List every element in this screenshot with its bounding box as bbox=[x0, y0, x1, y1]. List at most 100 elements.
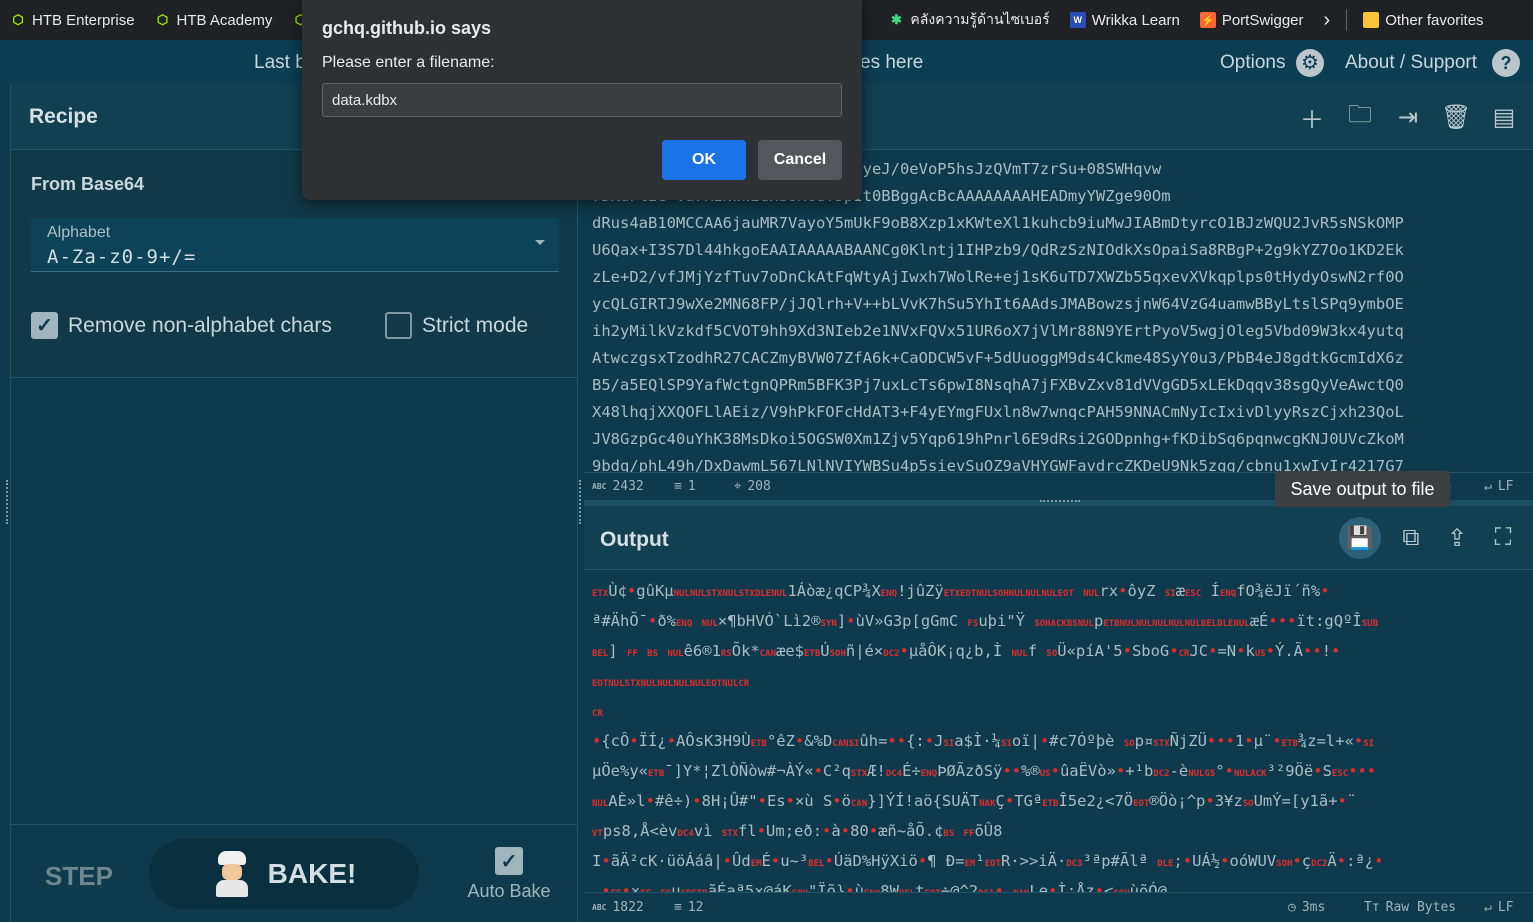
output-line: •{cÔ•ÏÍ¿•AÔsK3H9ÙETB°êZ•&%DCANSIûh=••{:•… bbox=[592, 732, 1375, 750]
output-time: 3ms bbox=[1301, 900, 1326, 915]
filename-input[interactable] bbox=[322, 83, 842, 117]
bookmark-wrikka-learn[interactable]: W Wrikka Learn bbox=[1060, 0, 1190, 40]
open-file-icon[interactable]: ⇥ bbox=[1393, 103, 1423, 132]
recipe-panel: Recipe From Base64 Alphabet A-Za-z0-9+/=… bbox=[10, 84, 578, 922]
dialog-title: gchq.github.io says bbox=[322, 18, 492, 38]
dialog-message: Please enter a filename: bbox=[322, 54, 495, 71]
maximize-icon[interactable]: ⛶ bbox=[1487, 524, 1519, 552]
open-folder-icon[interactable]: 🗀 bbox=[1345, 97, 1375, 138]
step-button[interactable]: STEP bbox=[45, 861, 113, 892]
htb-cube-icon: ⬡ bbox=[156, 12, 169, 27]
input-line: JV8GzpGc40uYhK38MsDkoi5OGSW0Xm1Zjv5Yqp61… bbox=[592, 430, 1404, 448]
nav-last-build-text: Last b bbox=[254, 52, 306, 73]
bookmark-label: Other favorites bbox=[1385, 11, 1484, 29]
input-position: 208 bbox=[747, 479, 771, 494]
about-support-link[interactable]: About / Support bbox=[1345, 52, 1477, 74]
alphabet-value: A-Za-z0-9+/= bbox=[47, 246, 197, 268]
gear-icon[interactable]: ⚙ bbox=[1296, 49, 1324, 77]
output-line: EOTNULSTXNULNULNULNULEOTNULCR bbox=[592, 679, 750, 689]
checkbox-checked-icon[interactable]: ✓ bbox=[495, 847, 523, 875]
clock-icon: ◷ bbox=[1288, 900, 1296, 915]
return-icon: ↵ bbox=[1484, 479, 1492, 494]
output-header: Output 💾 ⧉ ⇪ ⛶ bbox=[584, 506, 1533, 570]
output-eol[interactable]: LF bbox=[1498, 900, 1514, 915]
input-line: dRus4aB10MCCAA6jauMR7VayoY5mUkF9oB8Xzp1x… bbox=[592, 214, 1404, 232]
output-line: ETXÙ¢•gûKµNULNULSTXNULSTXDLENUL1Áòæ¿qCP¾… bbox=[592, 582, 1330, 600]
bookmark-label: HTB Enterprise bbox=[32, 11, 135, 29]
bookmark-label: PortSwigger bbox=[1221, 11, 1304, 29]
input-line: ycQLGIRTJ9wXe2MN68FP/jJQlrh+V++bLVvK7hSu… bbox=[592, 295, 1404, 313]
input-line: U6Qax+I3S7Dl44hkgoEAAIAAAAABAANCg0Klntj1… bbox=[592, 241, 1404, 259]
input-line: zLe+D2/vfJMjYzfTuv7oDnCkAtFqWtyAjIwxh7Wo… bbox=[592, 268, 1404, 286]
encoding-icon: Tт bbox=[1364, 900, 1380, 915]
input-eol[interactable]: LF bbox=[1498, 479, 1514, 494]
portswigger-icon: ⚡ bbox=[1199, 12, 1216, 28]
input-line: 9bdq/phL49h/DxDawmL567LNlNVIYWBSu4p5siev… bbox=[592, 457, 1404, 472]
ok-button[interactable]: OK bbox=[662, 140, 746, 180]
bookmark-other-favorites[interactable]: Other favorites bbox=[1353, 0, 1493, 40]
remove-non-alphabet-checkbox[interactable]: ✓ Remove non-alphabet chars bbox=[31, 312, 332, 339]
nav-message-text: es here bbox=[860, 52, 924, 73]
layout-icon[interactable]: ▤ bbox=[1489, 103, 1519, 132]
output-line: NULAÈ»l•#ê÷)•8H¡Û#"•Es•×ù S•öCAN}]ÝÍ!aö{… bbox=[592, 792, 1357, 810]
bookmark-label: Wrikka Learn bbox=[1091, 11, 1180, 29]
output-status-bar: ABC 1822 ≡ 12 ◷ 3ms Tт Raw Bytes ↵ LF bbox=[584, 892, 1533, 922]
return-icon: ↵ bbox=[1484, 900, 1492, 915]
bookmarks-separator bbox=[1346, 9, 1348, 31]
output-line: ª#ÄhÕ¯•ð%ENQ NUL×¶bHVÓ`Lì2®SYN]•ùV»G3p[g… bbox=[592, 612, 1378, 630]
cancel-button[interactable]: Cancel bbox=[758, 140, 842, 180]
checkbox-label: Strict mode bbox=[422, 313, 529, 337]
lines-icon: ≡ bbox=[674, 900, 682, 915]
recipe-resize-handle[interactable] bbox=[579, 480, 583, 524]
output-textarea[interactable]: ETXÙ¢•gûKµNULNULSTXNULSTXDLENUL1Áòæ¿qCP¾… bbox=[592, 578, 1522, 894]
alphabet-select[interactable]: Alphabet A-Za-z0-9+/= bbox=[31, 218, 559, 272]
folder-icon bbox=[1363, 12, 1380, 28]
bookmark-htb-academy[interactable]: ⬡ HTB Academy bbox=[145, 0, 283, 40]
bookmark-htb-enterprise[interactable]: ⬡ HTB Enterprise bbox=[0, 0, 145, 40]
output-encoding[interactable]: Raw Bytes bbox=[1386, 900, 1456, 915]
trash-icon[interactable]: 🗑 bbox=[1441, 103, 1471, 132]
checkbox-checked-icon[interactable]: ✓ bbox=[31, 312, 58, 339]
bake-controls: STEP BAKE! ✓ Auto Bake bbox=[11, 824, 577, 922]
bake-label: BAKE! bbox=[267, 858, 357, 889]
input-length: 2432 bbox=[612, 479, 644, 494]
chevron-right-icon: › bbox=[1323, 8, 1331, 31]
bake-button[interactable]: BAKE! bbox=[149, 839, 419, 909]
io-resize-grip[interactable] bbox=[1040, 500, 1080, 504]
htb-cube-icon: ⬡ bbox=[12, 12, 24, 27]
auto-bake-toggle[interactable]: ✓ Auto Bake bbox=[459, 847, 559, 902]
bookmark-label: คลังความรู้ด้านไซเบอร์ bbox=[910, 11, 1050, 27]
input-textarea[interactable]: 9xQ1C+WAUhavxa/wMEAAEAAAAEIAByeJ/0eVoP5h… bbox=[592, 156, 1522, 472]
filename-prompt-dialog: gchq.github.io says Please enter a filen… bbox=[302, 0, 862, 200]
input-line: B5/a5EQlSP9YafWctgnQPRm5BFK3Pj7uxLcTs6pw… bbox=[592, 376, 1404, 394]
alphabet-label: Alphabet bbox=[47, 224, 111, 241]
output-line: I•ãÄ²cK·üöÁáâ|•ÛdEMÉ•u~³BEL•ÚäD%HÿXiö•¶ … bbox=[592, 852, 1384, 870]
input-line: ih2yMilkVzkdf5CVOT9hh9Xd3NIeb2e1NVxFQVx5… bbox=[592, 322, 1404, 340]
output-line: BEL] FF BS NULê6®1RSÕk*CANæe$ETBÚSOHñ|é×… bbox=[592, 642, 1341, 660]
input-line: AtwczgsxTzodhR27CACZmyBVW07ZfA6k+CaODCW5… bbox=[592, 349, 1404, 367]
chevron-down-icon bbox=[535, 240, 545, 245]
add-tab-icon[interactable]: ＋ bbox=[1297, 100, 1327, 135]
length-icon: ABC bbox=[592, 903, 607, 912]
lines-icon: ≡ bbox=[674, 479, 682, 494]
bookmark-label: HTB Academy bbox=[176, 11, 273, 29]
checkbox-unchecked-icon[interactable] bbox=[385, 312, 412, 339]
save-icon[interactable]: 💾 bbox=[1339, 517, 1381, 559]
strict-mode-checkbox[interactable]: Strict mode bbox=[385, 312, 528, 339]
chef-icon bbox=[212, 851, 252, 897]
options-link[interactable]: Options bbox=[1220, 52, 1285, 74]
copy-icon[interactable]: ⧉ bbox=[1395, 524, 1427, 552]
length-icon: ABC bbox=[592, 482, 607, 491]
bookmark-cyber-knowledge[interactable]: ✱ คลังความรู้ด้านไซเบอร์ bbox=[878, 0, 1059, 40]
more-bookmarks-button[interactable]: › bbox=[1314, 0, 1341, 40]
output-title: Output bbox=[600, 528, 669, 551]
output-length: 1822 bbox=[612, 900, 644, 915]
output-line: µÖe%y«ETB¯]Y*¦ZlÒÑòw#¬ÀÝ«•C²qSTXÆ!DC4É÷E… bbox=[592, 762, 1377, 780]
help-icon[interactable]: ? bbox=[1492, 49, 1520, 77]
checkbox-label: Remove non-alphabet chars bbox=[68, 313, 332, 337]
replace-input-icon[interactable]: ⇪ bbox=[1441, 524, 1473, 553]
bookmark-portswigger[interactable]: ⚡ PortSwigger bbox=[1190, 0, 1314, 40]
output-lines: 12 bbox=[687, 900, 704, 915]
output-panel: Output 💾 ⧉ ⇪ ⛶ ETXÙ¢•gûKµNULNULSTXNULSTX… bbox=[584, 506, 1533, 922]
input-line: X48lhqjXXQOFLlAEiz/V9hPkFOFcHdAT3+F4yEYm… bbox=[592, 403, 1404, 421]
